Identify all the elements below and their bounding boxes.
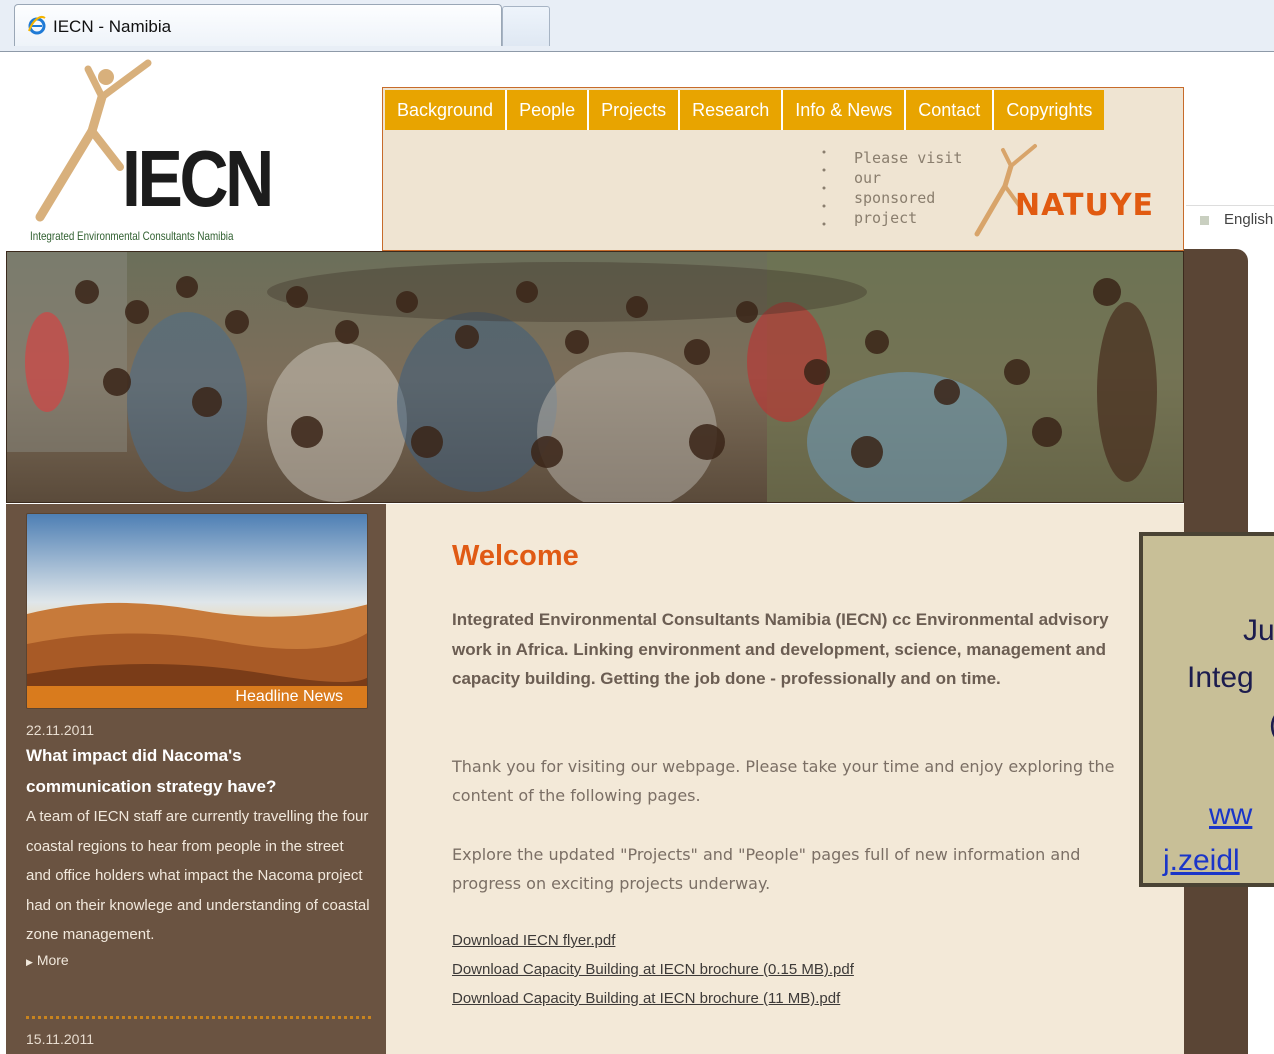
banner-group-photo: [6, 251, 1184, 503]
main-nav: Background People Projects Research Info…: [385, 90, 1105, 130]
language-selector[interactable]: English: [1186, 205, 1274, 235]
browser-tab-strip: IECN - Namibia: [0, 0, 1274, 52]
download-brochure-large-link[interactable]: Download Capacity Building at IECN broch…: [452, 990, 840, 1007]
headline-news-caption-bar: Headline News: [27, 686, 367, 708]
language-label: English: [1224, 211, 1274, 228]
iecn-logo[interactable]: IECN Integrated Environmental Consultant…: [30, 57, 280, 247]
popup-text-line: (: [1269, 708, 1274, 742]
headline-news-caption: Headline News: [235, 688, 343, 705]
nav-people[interactable]: People: [507, 90, 590, 130]
desert-dunes-image: [27, 514, 367, 708]
news-date: 15.11.2011: [26, 1031, 94, 1047]
nav-contact[interactable]: Contact: [906, 90, 995, 130]
news-sidebar: Headline News 22.11.2011 What impact did…: [6, 504, 386, 1054]
popup-website-link[interactable]: ww: [1209, 798, 1252, 832]
popup-text-line: Integ: [1187, 661, 1254, 694]
internet-explorer-icon: [28, 16, 46, 35]
download-brochure-small-link[interactable]: Download Capacity Building at IECN broch…: [452, 961, 854, 978]
logo-subtitle: Integrated Environmental Consultants Nam…: [30, 229, 234, 243]
popup-email-link[interactable]: j.zeidl: [1163, 844, 1240, 878]
sponsored-project-text: Please visit our sponsored project: [854, 149, 963, 227]
news-title[interactable]: What impact did Nacoma's communication s…: [26, 740, 371, 802]
tab-title: IECN - Namibia: [53, 17, 172, 36]
web-page: IECN Integrated Environmental Consultant…: [0, 53, 1274, 1054]
natuye-logo-link[interactable]: NATUYE: [973, 142, 1173, 242]
nav-copyrights[interactable]: Copyrights: [994, 90, 1105, 130]
group-photo-image: [7, 252, 1183, 502]
natuye-wordmark: NATUYE: [1015, 188, 1155, 223]
page-heading: Welcome: [452, 540, 579, 572]
overlay-popup: Ju Integ ( ww j.zeidl: [1139, 532, 1274, 887]
news-item: 15.11.2011: [26, 1031, 371, 1047]
news-more-label: More: [36, 951, 69, 968]
language-square-icon: [1200, 216, 1209, 225]
news-more-link[interactable]: ▶ More: [26, 952, 371, 968]
headline-news-image[interactable]: Headline News: [26, 513, 368, 709]
popup-text-line: Ju: [1243, 614, 1274, 647]
news-body: A team of IECN staff are currently trave…: [26, 808, 370, 944]
thanks-paragraph: Thank you for visiting our webpage. Plea…: [452, 757, 1115, 805]
news-date: 22.11.2011: [26, 722, 94, 738]
dotted-divider: [822, 150, 826, 226]
nav-info-news[interactable]: Info & News: [783, 90, 907, 130]
update-paragraph: Explore the updated "Projects" and "Peop…: [452, 845, 1081, 893]
logo-wordmark: IECN: [122, 134, 274, 223]
caret-right-icon: ▶: [26, 956, 33, 967]
news-separator: [26, 1016, 371, 1019]
intro-paragraph: Integrated Environmental Consultants Nam…: [452, 610, 1109, 688]
news-item: 22.11.2011 What impact did Nacoma's comm…: [26, 722, 371, 968]
nav-projects[interactable]: Projects: [589, 90, 681, 130]
download-flyer-link[interactable]: Download IECN flyer.pdf: [452, 932, 615, 949]
header-panel: Background People Projects Research Info…: [382, 87, 1184, 251]
main-content: Welcome Integrated Environmental Consult…: [386, 504, 1184, 1054]
new-tab-button[interactable]: [502, 6, 550, 46]
browser-tab[interactable]: IECN - Namibia: [14, 4, 502, 46]
nav-research[interactable]: Research: [680, 90, 784, 130]
nav-background[interactable]: Background: [385, 90, 508, 130]
